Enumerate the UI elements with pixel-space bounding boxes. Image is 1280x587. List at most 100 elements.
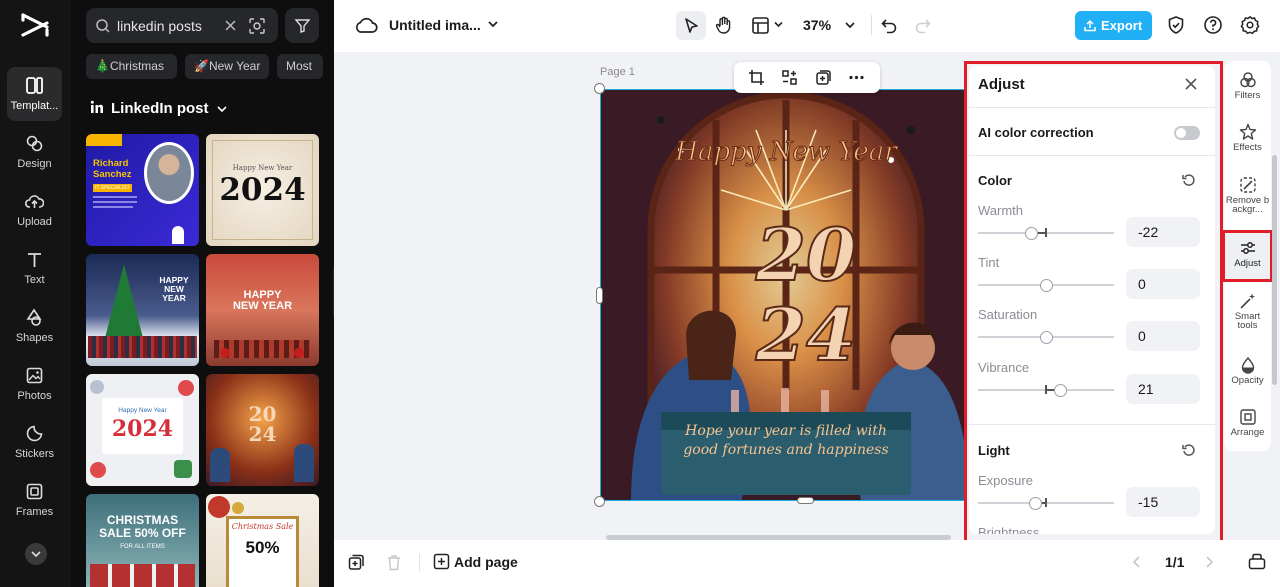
resize-handle-bottom[interactable] xyxy=(797,497,814,504)
image-search-icon[interactable] xyxy=(248,17,266,35)
adjust-icon xyxy=(1240,242,1255,254)
template-card[interactable]: HAPPY NEW YEAR xyxy=(86,254,199,366)
chevron-down-icon[interactable] xyxy=(486,17,500,31)
tool-effects[interactable]: Effects xyxy=(1224,123,1271,152)
filter-button[interactable] xyxy=(285,8,319,43)
layout-icon[interactable] xyxy=(751,16,770,35)
opacity-icon xyxy=(1241,356,1254,374)
rail-item-label: Design xyxy=(17,158,52,170)
tool-label: Effects xyxy=(1233,142,1262,153)
tint-slider-knob[interactable] xyxy=(1039,278,1053,292)
search-input[interactable]: linkedin posts xyxy=(117,18,202,34)
template-card[interactable]: Happy New Year 2024 xyxy=(86,374,199,486)
zoom-level[interactable]: 37% xyxy=(803,17,831,33)
rail-item-templates[interactable]: Templat... xyxy=(7,67,62,121)
template-card[interactable]: Richard Sanchez IT SPECIALIST xyxy=(86,134,199,246)
rail-item-design[interactable]: Design xyxy=(7,125,62,179)
add-layer-icon[interactable] xyxy=(348,554,365,571)
resize-handle-bottom-left[interactable] xyxy=(594,496,605,507)
select-tool-button[interactable] xyxy=(676,11,706,40)
chevron-down-icon[interactable] xyxy=(844,19,856,31)
saturation-value-input[interactable]: 0 xyxy=(1126,321,1200,351)
chevron-down-icon[interactable] xyxy=(773,19,784,30)
tool-adjust[interactable]: Adjust xyxy=(1224,239,1271,268)
reset-icon[interactable] xyxy=(1182,173,1196,187)
template-card[interactable]: Christmas Sale 50% xyxy=(206,494,319,587)
chip-christmas[interactable]: 🎄Christmas xyxy=(86,54,177,79)
template-title: 2024 xyxy=(111,416,174,442)
smart-crop-icon[interactable] xyxy=(781,69,798,86)
pages-panel-icon[interactable] xyxy=(1248,553,1266,570)
exposure-slider-knob[interactable] xyxy=(1029,496,1043,510)
template-card[interactable]: Happy New Year 2024 xyxy=(206,134,319,246)
template-card[interactable]: CHRISTMAS SALE 50% OFF FOR ALL ITEMS xyxy=(86,494,199,587)
divider xyxy=(969,155,1215,156)
undo-icon[interactable] xyxy=(880,16,898,34)
vibrance-value-input[interactable]: 21 xyxy=(1126,374,1200,404)
cloud-sync-icon[interactable] xyxy=(353,13,379,39)
chip-new-year[interactable]: 🚀New Year xyxy=(185,54,269,79)
balloon-shape xyxy=(90,462,106,478)
close-icon[interactable] xyxy=(1184,77,1198,91)
selected-image[interactable]: Happy New Year 20 24 Hope your year is f… xyxy=(600,89,970,501)
tool-arrange[interactable]: Arrange xyxy=(1224,408,1271,437)
resize-handle-top-left[interactable] xyxy=(594,83,605,94)
tool-smart-tools[interactable]: Smart tools xyxy=(1224,292,1271,330)
shapes-icon xyxy=(26,308,42,326)
arrange-icon xyxy=(1239,409,1256,425)
text-line xyxy=(93,206,133,208)
rail-item-shapes[interactable]: Shapes xyxy=(7,299,62,353)
tool-opacity[interactable]: Opacity xyxy=(1224,356,1271,385)
template-card[interactable]: 2024 xyxy=(206,374,319,486)
add-page-button[interactable]: Add page xyxy=(454,554,518,570)
duplicate-icon[interactable] xyxy=(815,69,832,86)
left-rail: Templat... Design Upload Text Shapes Pho… xyxy=(0,0,71,587)
export-button[interactable]: Export xyxy=(1075,11,1152,40)
tint-value-input[interactable]: 0 xyxy=(1126,269,1200,299)
tool-filters[interactable]: Filters xyxy=(1224,71,1271,100)
rail-more-button[interactable] xyxy=(25,543,47,565)
add-page-icon[interactable] xyxy=(433,553,450,570)
app-root: Templat... Design Upload Text Shapes Pho… xyxy=(0,0,1280,587)
chevron-left-icon[interactable] xyxy=(1132,555,1142,569)
rail-item-text[interactable]: Text xyxy=(7,241,62,295)
adjust-title: Adjust xyxy=(978,76,1025,93)
trash-icon[interactable] xyxy=(386,554,402,571)
template-card[interactable]: HAPPY NEW YEAR xyxy=(206,254,319,366)
chip-most[interactable]: Most xyxy=(277,54,323,79)
vibrance-slider-knob[interactable] xyxy=(1053,383,1067,397)
gift-shape xyxy=(174,460,192,478)
adjust-panel-body: Adjust AI color correction Color Warmth -… xyxy=(969,66,1215,534)
reset-icon[interactable] xyxy=(1182,443,1196,457)
floating-toolbar xyxy=(734,62,880,93)
chevron-right-icon[interactable] xyxy=(1204,555,1214,569)
right-scrollbar[interactable] xyxy=(1272,155,1277,385)
exposure-value-input[interactable]: -15 xyxy=(1126,487,1200,517)
gear-icon[interactable] xyxy=(1240,15,1260,35)
more-icon[interactable] xyxy=(848,69,865,86)
template-title: HAPPY NEW YEAR xyxy=(232,289,293,312)
capcut-logo[interactable] xyxy=(20,12,50,38)
resize-handle-left[interactable] xyxy=(596,287,603,304)
redo-icon[interactable] xyxy=(914,16,932,34)
help-icon[interactable] xyxy=(1203,15,1223,35)
clear-search-icon[interactable] xyxy=(224,19,237,32)
effects-icon xyxy=(1239,123,1256,140)
saturation-slider-knob[interactable] xyxy=(1039,330,1053,344)
tool-remove-background[interactable]: Remove backgr... xyxy=(1224,176,1271,214)
rail-item-stickers[interactable]: Stickers xyxy=(7,415,62,469)
section-title[interactable]: LinkedIn post xyxy=(90,100,227,117)
document-title[interactable]: Untitled ima... xyxy=(389,17,481,33)
warmth-value-input[interactable]: -22 xyxy=(1126,217,1200,247)
rail-item-photos[interactable]: Photos xyxy=(7,357,62,411)
ai-color-correction-toggle[interactable] xyxy=(1174,126,1200,140)
shield-check-icon[interactable] xyxy=(1166,15,1186,35)
rail-item-frames[interactable]: Frames xyxy=(7,473,62,527)
warmth-slider-knob[interactable] xyxy=(1024,226,1038,240)
rail-item-upload[interactable]: Upload xyxy=(7,183,62,237)
crop-icon[interactable] xyxy=(748,69,765,86)
rail-item-label: Text xyxy=(24,274,45,286)
frames-icon xyxy=(26,483,43,500)
template-search[interactable]: linkedin posts xyxy=(86,8,278,43)
hand-icon[interactable] xyxy=(714,15,734,35)
